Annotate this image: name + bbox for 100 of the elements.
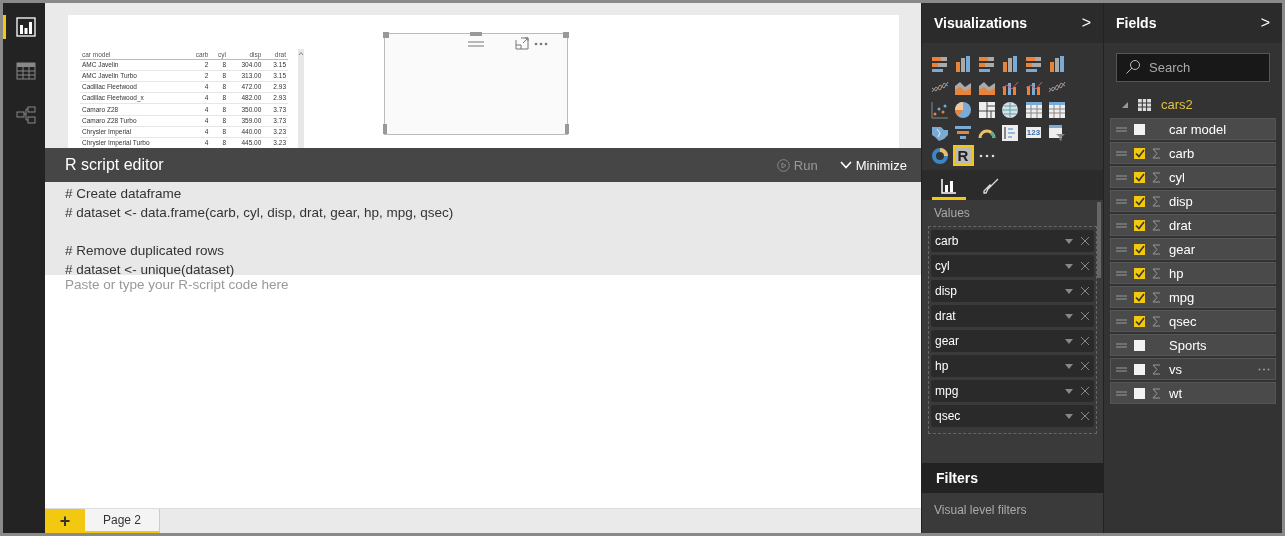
paint-brush-icon[interactable] bbox=[982, 176, 1000, 195]
close-icon[interactable] bbox=[1080, 286, 1090, 296]
bar-chart-icon[interactable] bbox=[15, 17, 36, 37]
close-icon[interactable] bbox=[1080, 361, 1090, 371]
drag-handle-icon[interactable] bbox=[1116, 318, 1127, 324]
checkbox[interactable] bbox=[1134, 363, 1145, 375]
table-icon[interactable] bbox=[15, 61, 36, 81]
field-item[interactable]: Sports bbox=[1110, 334, 1276, 356]
minimize-button[interactable]: Minimize bbox=[839, 157, 907, 173]
field-item[interactable]: wt bbox=[1110, 382, 1276, 404]
checkbox[interactable] bbox=[1134, 243, 1145, 255]
table-icon[interactable] bbox=[1046, 99, 1068, 120]
field-item[interactable]: gear bbox=[1110, 238, 1276, 260]
field-item[interactable]: qsec bbox=[1110, 310, 1276, 332]
drag-handle-icon[interactable] bbox=[1116, 390, 1127, 396]
search-field[interactable]: Search bbox=[1116, 53, 1270, 82]
field-well-item[interactable]: qsec bbox=[931, 405, 1094, 427]
diagram-icon[interactable] bbox=[15, 105, 36, 125]
drag-handle-icon[interactable] bbox=[1116, 126, 1127, 132]
drag-handle-icon[interactable] bbox=[468, 39, 484, 48]
scroll-up-icon[interactable] bbox=[298, 51, 304, 56]
focus-mode-icon[interactable] bbox=[515, 37, 529, 50]
sigma-icon bbox=[1152, 387, 1161, 399]
drag-handle-icon[interactable] bbox=[1116, 270, 1127, 276]
pie-chart-icon[interactable] bbox=[952, 99, 974, 120]
fields-tab-icon[interactable] bbox=[941, 177, 957, 194]
field-well-item[interactable]: disp bbox=[931, 280, 1094, 302]
field-item[interactable]: disp bbox=[1110, 190, 1276, 212]
drag-handle-icon[interactable] bbox=[1116, 222, 1127, 228]
dropdown-icon[interactable] bbox=[1065, 263, 1073, 269]
resize-handle[interactable] bbox=[470, 32, 482, 36]
resize-handle[interactable] bbox=[565, 124, 569, 134]
drag-handle-icon[interactable] bbox=[1116, 198, 1127, 204]
chevron-down-icon bbox=[839, 161, 852, 169]
checkbox[interactable] bbox=[1134, 267, 1145, 279]
checkbox[interactable] bbox=[1134, 219, 1145, 231]
treemap-icon[interactable] bbox=[976, 99, 997, 120]
drag-handle-icon[interactable] bbox=[1116, 366, 1127, 372]
scatter-chart-icon[interactable] bbox=[929, 99, 950, 120]
field-well-item[interactable]: hp bbox=[931, 355, 1094, 377]
page-tab[interactable]: Page 2 bbox=[85, 509, 161, 533]
close-icon[interactable] bbox=[1080, 386, 1090, 396]
close-icon[interactable] bbox=[1080, 236, 1090, 246]
checkbox[interactable] bbox=[1134, 123, 1145, 135]
dropdown-icon[interactable] bbox=[1065, 313, 1073, 319]
dropdown-icon[interactable] bbox=[1065, 413, 1073, 419]
dropdown-icon[interactable] bbox=[1065, 363, 1073, 369]
checkbox[interactable] bbox=[1134, 387, 1145, 399]
drag-handle-icon[interactable] bbox=[1116, 174, 1127, 180]
donut-chart-icon[interactable] bbox=[929, 145, 950, 166]
section-label: Visual level filters bbox=[934, 503, 1027, 517]
checkbox[interactable] bbox=[1134, 291, 1145, 303]
checkbox[interactable] bbox=[1134, 171, 1145, 183]
drag-handle-icon[interactable] bbox=[1116, 246, 1127, 252]
scrollbar[interactable] bbox=[298, 49, 304, 148]
field-item[interactable]: mpg bbox=[1110, 286, 1276, 308]
field-well-item[interactable]: carb bbox=[931, 230, 1094, 252]
list-icon[interactable] bbox=[999, 122, 1021, 143]
close-icon[interactable] bbox=[1080, 336, 1090, 346]
field-item[interactable]: drat bbox=[1110, 214, 1276, 236]
collapse-arrow[interactable]: > bbox=[1260, 14, 1270, 32]
globe-icon[interactable] bbox=[999, 99, 1021, 120]
more-icon[interactable] bbox=[534, 41, 548, 46]
field-item[interactable]: carb bbox=[1110, 142, 1276, 164]
collapse-arrow[interactable]: > bbox=[1081, 14, 1091, 32]
more-icon[interactable] bbox=[978, 153, 995, 158]
dropdown-icon[interactable] bbox=[1065, 288, 1073, 294]
dropdown-icon[interactable] bbox=[1065, 388, 1073, 394]
code-editor[interactable]: # Create dataframe # dataset <- data.frame(carb, cyl, disp, drat, gear, hp, mpg, qsec) # Remove duplicated rows # dataset <- unique(dataset) Paste or type your R-script code here bbox=[45, 182, 921, 508]
code-line: # Remove duplicated rows bbox=[65, 243, 225, 258]
drag-handle-icon[interactable] bbox=[1116, 342, 1127, 348]
field-item[interactable]: hp bbox=[1110, 262, 1276, 284]
close-icon[interactable] bbox=[1080, 411, 1090, 421]
resize-handle[interactable] bbox=[563, 32, 569, 38]
drag-handle-icon[interactable] bbox=[1116, 150, 1127, 156]
field-well-item[interactable]: mpg bbox=[931, 380, 1094, 402]
sigma-icon bbox=[1152, 315, 1161, 327]
expand-triangle-icon[interactable] bbox=[1122, 101, 1128, 108]
dropdown-icon[interactable] bbox=[1065, 338, 1073, 344]
table-name[interactable]: cars2 bbox=[1161, 97, 1193, 112]
checkbox[interactable] bbox=[1134, 315, 1145, 327]
play-icon bbox=[776, 158, 790, 172]
field-well-item[interactable]: drat bbox=[931, 305, 1094, 327]
resize-handle[interactable] bbox=[383, 124, 387, 134]
table-icon[interactable] bbox=[1023, 99, 1044, 120]
checkbox[interactable] bbox=[1134, 339, 1145, 351]
drag-handle-icon[interactable] bbox=[1116, 294, 1127, 300]
r-visual-icon[interactable]: R bbox=[952, 145, 974, 166]
close-icon[interactable] bbox=[1080, 261, 1090, 271]
add-page-button[interactable]: + bbox=[45, 509, 85, 533]
field-item[interactable]: cyl bbox=[1110, 166, 1276, 188]
close-icon[interactable] bbox=[1080, 311, 1090, 321]
field-item[interactable]: vs bbox=[1110, 358, 1276, 380]
field-well-item[interactable]: cyl bbox=[931, 255, 1094, 277]
checkbox[interactable] bbox=[1134, 195, 1145, 207]
field-well-item[interactable]: gear bbox=[931, 330, 1094, 352]
resize-handle[interactable] bbox=[383, 32, 389, 38]
checkbox[interactable] bbox=[1134, 147, 1145, 159]
dropdown-icon[interactable] bbox=[1065, 238, 1073, 244]
field-item[interactable]: car model bbox=[1110, 118, 1276, 140]
